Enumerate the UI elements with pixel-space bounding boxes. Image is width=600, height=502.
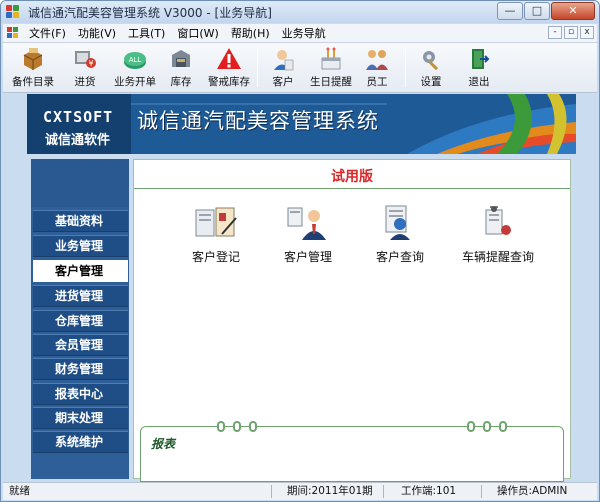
- maximize-button[interactable]: □: [524, 2, 550, 20]
- toolbar-birthday-button[interactable]: 生日提醒: [305, 46, 357, 89]
- status-operator: 操作员:ADMIN: [497, 485, 568, 497]
- toolbar-label: 设置: [420, 76, 442, 88]
- nav-header-block: [31, 159, 129, 207]
- report-panel: 报表: [140, 421, 564, 482]
- toolbar-billing-button[interactable]: ALL 业务开单: [109, 46, 161, 89]
- customer-manage-icon: [284, 204, 332, 242]
- system-title: 诚信通汽配美容管理系统: [137, 109, 379, 133]
- toolbar-warning-stock-button[interactable]: 警戒库存: [203, 46, 255, 89]
- main-content: 试用版 客户登记 客户管理 客户查询 车辆提醒查询 报表: [133, 159, 571, 482]
- toolbar-label: 警戒库存: [208, 76, 250, 88]
- app-window: 诚信通汽配美容管理系统 V3000 - [业务导航] — □ ✕ 文件(F) 功…: [0, 0, 600, 502]
- toolbar-label: 客户: [272, 76, 294, 88]
- parts-catalog-icon: [20, 46, 46, 72]
- menu-file[interactable]: 文件(F): [29, 25, 66, 41]
- toolbar-parts-catalog-button[interactable]: 备件目录: [7, 46, 59, 89]
- staff-icon: [364, 46, 390, 72]
- divider: [134, 188, 570, 189]
- toolbar-label: 生日提醒: [310, 76, 352, 88]
- binder-ring: [233, 421, 241, 432]
- svg-text:ALL: ALL: [129, 56, 142, 64]
- exit-icon: [466, 46, 492, 72]
- customer-register-icon: [192, 204, 240, 242]
- billing-icon: ALL: [122, 46, 148, 72]
- child-close-button[interactable]: x: [580, 26, 594, 39]
- brand-english-name: CXTSOFT: [43, 108, 114, 126]
- binder-ring: [499, 421, 507, 432]
- trial-label: 试用版: [331, 169, 373, 185]
- report-label: 报表: [151, 437, 176, 451]
- window-title: 诚信通汽配美容管理系统 V3000 - [业务导航]: [28, 5, 272, 20]
- brand-banner: CXTSOFT 诚信通软件 诚信通汽配美容管理系统: [27, 94, 576, 154]
- vehicle-reminder-query-button[interactable]: 车辆提醒查询: [448, 204, 548, 265]
- function-label: 客户登记: [191, 250, 240, 264]
- toolbar-label: 业务开单: [114, 76, 156, 88]
- nav-item-purchase[interactable]: 进货管理: [33, 285, 128, 307]
- nav-item-period-end[interactable]: 期末处理: [33, 407, 128, 429]
- toolbar-settings-button[interactable]: 设置: [405, 46, 457, 89]
- toolbar-staff-button[interactable]: 员工: [351, 46, 403, 89]
- customer-icon: [270, 46, 296, 72]
- nav-item-system[interactable]: 系统维护: [33, 431, 128, 453]
- toolbar-purchase-button[interactable]: ¥ 进货: [59, 46, 111, 89]
- customer-query-icon: [376, 204, 424, 242]
- menu-function[interactable]: 功能(V): [78, 25, 116, 41]
- status-bar: 就绪 期间:2011年01期 工作端:101 操作员:ADMIN: [3, 482, 597, 500]
- function-label: 客户管理: [283, 250, 332, 264]
- status-period: 期间:2011年01期: [287, 485, 373, 497]
- binder-ring: [217, 421, 225, 432]
- nav-item-reports[interactable]: 报表中心: [33, 383, 128, 405]
- menu-tools[interactable]: 工具(T): [128, 25, 165, 41]
- nav-item-customer[interactable]: 客户管理: [33, 260, 128, 282]
- status-separator: [271, 485, 272, 498]
- status-separator: [383, 485, 384, 498]
- toolbar-label: 员工: [366, 76, 388, 88]
- child-restore-button[interactable]: ▫: [564, 26, 578, 39]
- binder-ring: [483, 421, 491, 432]
- settings-icon: [418, 46, 444, 72]
- vehicle-reminder-icon: [474, 204, 522, 242]
- toolbar-label: 备件目录: [12, 76, 54, 88]
- menu-help[interactable]: 帮助(H): [231, 25, 270, 41]
- document-icon[interactable]: [7, 26, 21, 40]
- function-label: 车辆提醒查询: [461, 250, 534, 264]
- binder-ring: [467, 421, 475, 432]
- left-navigation: 基础资料 业务管理 客户管理 进货管理 仓库管理 会员管理 财务管理 报表中心 …: [31, 159, 129, 479]
- customer-manage-button[interactable]: 客户管理: [258, 204, 358, 265]
- menu-bar: 文件(F) 功能(V) 工具(T) 窗口(W) 帮助(H) 业务导航 - ▫ x: [3, 24, 597, 43]
- toolbar-label: 退出: [468, 76, 490, 88]
- brand-chinese-name: 诚信通软件: [45, 133, 111, 148]
- toolbar-inventory-button[interactable]: 库存: [155, 46, 207, 89]
- binder-ring: [249, 421, 257, 432]
- nav-item-business[interactable]: 业务管理: [33, 235, 128, 257]
- status-text: 就绪: [9, 485, 30, 497]
- toolbar-exit-button[interactable]: 退出: [453, 46, 505, 89]
- child-minimize-button[interactable]: -: [548, 26, 562, 39]
- nav-item-warehouse[interactable]: 仓库管理: [33, 310, 128, 332]
- customer-query-button[interactable]: 客户查询: [350, 204, 450, 265]
- svg-text:¥: ¥: [88, 59, 93, 68]
- birthday-icon: [318, 46, 344, 72]
- warning-icon: [216, 46, 242, 72]
- minimize-button[interactable]: —: [497, 2, 523, 20]
- toolbar: 备件目录 ¥ 进货 ALL 业务开单 库存 警戒库存 客户 生日提醒 员工 设置…: [3, 43, 597, 93]
- function-label: 客户查询: [375, 250, 424, 264]
- status-workstation: 工作端:101: [401, 485, 457, 497]
- nav-item-member[interactable]: 会员管理: [33, 334, 128, 356]
- toolbar-label: 进货: [74, 76, 96, 88]
- toolbar-label: 库存: [170, 76, 192, 88]
- status-separator: [481, 485, 482, 498]
- menu-window[interactable]: 窗口(W): [177, 25, 218, 41]
- close-button[interactable]: ✕: [551, 2, 595, 20]
- nav-item-basic-data[interactable]: 基础资料: [33, 210, 128, 232]
- title-bar[interactable]: 诚信通汽配美容管理系统 V3000 - [业务导航] — □ ✕: [1, 1, 599, 23]
- menu-business-nav[interactable]: 业务导航: [282, 25, 326, 41]
- nav-item-finance[interactable]: 财务管理: [33, 358, 128, 380]
- toolbar-customer-button[interactable]: 客户: [257, 46, 309, 89]
- purchase-icon: ¥: [72, 46, 98, 72]
- app-logo-icon: [6, 5, 22, 19]
- customer-register-button[interactable]: 客户登记: [166, 204, 266, 265]
- inventory-icon: [168, 46, 194, 72]
